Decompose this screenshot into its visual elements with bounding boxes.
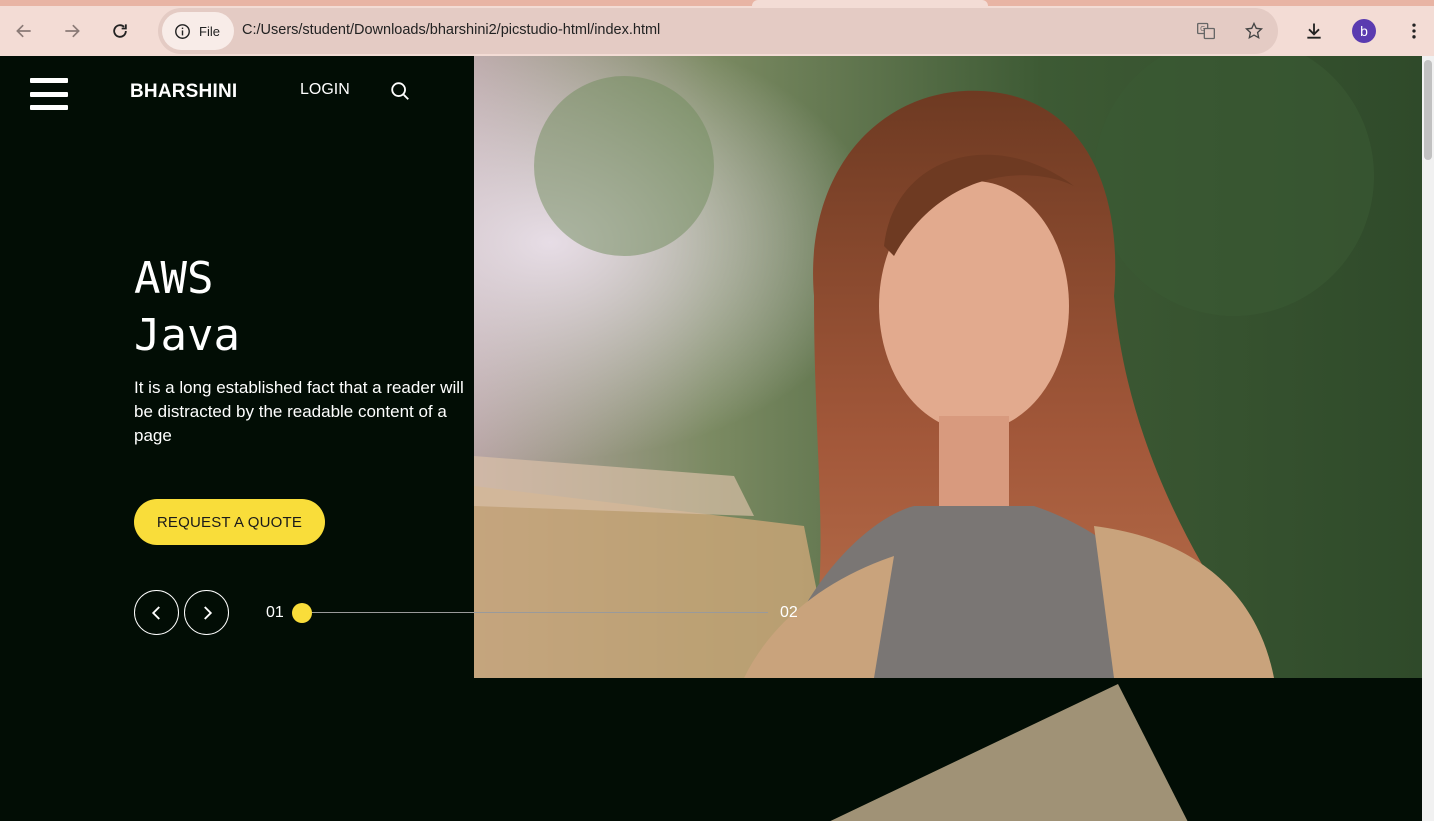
svg-text:G: G — [1200, 25, 1205, 33]
file-chip-label: File — [199, 23, 220, 39]
headline-line-1: AWS — [134, 253, 214, 304]
site-info-chip[interactable]: File — [162, 12, 234, 50]
browser-menu-button[interactable] — [1397, 14, 1431, 48]
more-icon — [1412, 23, 1416, 39]
forward-button[interactable] — [55, 14, 89, 48]
star-icon — [1244, 21, 1264, 39]
brand-logo[interactable]: BHARSHINI — [130, 81, 237, 103]
hero-headline: AWS Java — [134, 250, 240, 364]
hero-description: It is a long established fact that a rea… — [134, 378, 464, 445]
back-icon — [16, 24, 31, 38]
slider-progress-track — [306, 612, 768, 613]
prev-slide-button[interactable] — [134, 590, 179, 635]
url-text[interactable]: C:/Users/student/Downloads/bharshini2/pi… — [242, 22, 660, 38]
back-button[interactable] — [7, 14, 41, 48]
hero-photo — [474, 56, 1422, 678]
reload-icon — [113, 24, 127, 38]
menu-icon[interactable] — [30, 78, 68, 110]
profile-avatar[interactable]: b — [1352, 19, 1376, 43]
bookmark-button[interactable] — [1243, 20, 1265, 42]
chevron-right-icon — [203, 605, 212, 620]
request-quote-button[interactable]: REQUEST A QUOTE — [134, 499, 325, 545]
download-icon — [1307, 23, 1321, 39]
next-slide-button[interactable] — [184, 590, 229, 635]
translate-button[interactable]: G — [1195, 20, 1217, 42]
info-icon — [175, 23, 190, 39]
chevron-left-icon — [151, 605, 160, 620]
downloads-button[interactable] — [1297, 14, 1331, 48]
address-bar[interactable]: File C:/Users/student/Downloads/bharshin… — [158, 8, 1278, 54]
forward-icon — [65, 24, 80, 38]
page-scrollbar[interactable] — [1422, 56, 1434, 821]
current-slide-number: 01 — [266, 604, 284, 621]
translate-icon: G — [1197, 22, 1215, 40]
next-slide-number: 02 — [780, 604, 798, 621]
slider-progress-indicator[interactable] — [292, 603, 312, 623]
scrollbar-thumb[interactable] — [1424, 60, 1432, 160]
login-link[interactable]: LOGIN — [300, 81, 350, 99]
page-viewport: BHARSHINI LOGIN AWS Java It is a long es… — [0, 56, 1422, 821]
search-icon[interactable] — [389, 80, 411, 102]
reload-button[interactable] — [103, 14, 137, 48]
browser-toolbar: File C:/Users/student/Downloads/bharshin… — [0, 6, 1434, 56]
headline-line-2: Java — [134, 310, 240, 361]
